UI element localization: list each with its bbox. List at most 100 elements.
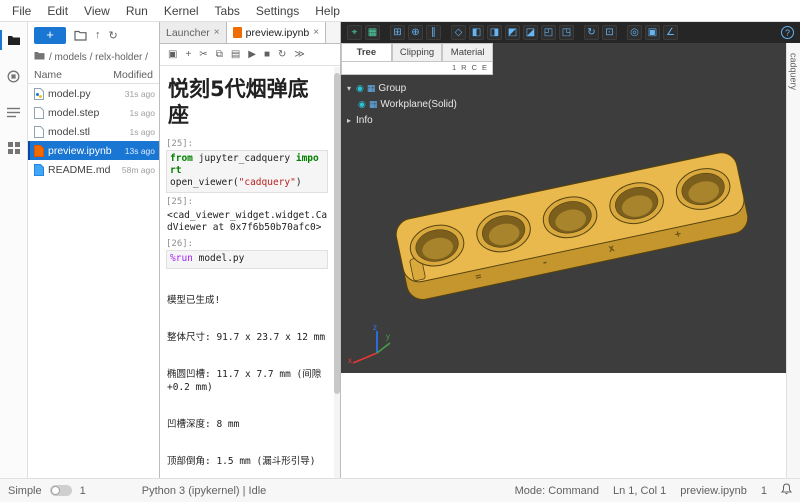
mesh-toggle-icon[interactable]: ▦ xyxy=(369,99,378,110)
simple-mode-toggle[interactable] xyxy=(50,485,72,496)
run-all-icon[interactable]: ≫ xyxy=(294,49,304,60)
stop-kernel-icon[interactable]: ■ xyxy=(264,49,270,60)
axes-toggle-icon[interactable]: ⊞ xyxy=(390,25,405,40)
code-text: model.py xyxy=(193,253,244,264)
code-editor[interactable]: from jupyter_cadquery importopen_viewer(… xyxy=(166,150,328,193)
expand-root-button[interactable]: R xyxy=(461,63,466,72)
file-row[interactable]: model.step 1s ago xyxy=(28,103,159,122)
add-cell-icon[interactable]: + xyxy=(185,49,191,60)
file-browser-icon[interactable] xyxy=(0,30,28,50)
left-view-icon[interactable]: ◰ xyxy=(541,25,556,40)
status-right: Mode: Command Ln 1, Col 1 preview.ipynb … xyxy=(515,483,792,498)
table-of-contents-icon[interactable] xyxy=(0,102,28,122)
expand-level-1-button[interactable]: 1 xyxy=(452,63,456,72)
output-line: 整体尺寸: 91.7 x 23.7 x 12 mm xyxy=(167,332,328,344)
close-icon[interactable]: × xyxy=(214,27,220,38)
upload-icon[interactable]: ↑ xyxy=(95,29,101,41)
save-icon[interactable]: ▣ xyxy=(168,49,177,60)
caret-down-icon[interactable]: ▾ xyxy=(345,84,353,93)
running-sessions-icon[interactable] xyxy=(0,66,28,86)
mesh-toggle-icon[interactable]: ▦ xyxy=(367,83,376,94)
breadcrumb[interactable]: / models / relx-holder / xyxy=(28,48,159,66)
menu-settings[interactable]: Settings xyxy=(248,4,307,18)
file-name: model.step xyxy=(48,107,99,119)
output-line: 顶部倒角: 1.5 mm (漏斗形引导) xyxy=(167,456,328,468)
tree-node-workplane[interactable]: ◉ ▦ Workplane(Solid) xyxy=(345,96,491,112)
refresh-icon[interactable]: ↻ xyxy=(109,29,118,42)
tab-clipping[interactable]: Clipping xyxy=(392,43,443,62)
help-icon[interactable]: ? xyxy=(781,26,794,39)
menu-file[interactable]: File xyxy=(4,4,39,18)
code-text: open_viewer( xyxy=(170,177,239,188)
extension-manager-icon[interactable] xyxy=(0,138,28,158)
select-tool-icon[interactable]: ⌖ xyxy=(347,25,362,40)
front-view-icon[interactable]: ◧ xyxy=(469,25,484,40)
black-edges-icon[interactable]: ▣ xyxy=(645,25,660,40)
caret-right-icon[interactable]: ▸ xyxy=(345,116,353,125)
file-modified: 58m ago xyxy=(122,165,155,175)
transparency-icon[interactable]: ◎ xyxy=(627,25,642,40)
back-view-icon[interactable]: ◨ xyxy=(487,25,502,40)
cad-body: = - x + Tree Clipping Ma xyxy=(341,43,800,478)
kernel-status[interactable]: Python 3 (ipykernel) | Idle xyxy=(142,485,267,497)
python-file-icon xyxy=(34,88,44,100)
menu-tabs[interactable]: Tabs xyxy=(207,4,248,18)
menu-edit[interactable]: Edit xyxy=(39,4,76,18)
close-icon[interactable]: × xyxy=(313,27,319,38)
tab-launcher[interactable]: Launcher × xyxy=(160,22,227,43)
ortho-toggle-icon[interactable]: ∥ xyxy=(426,25,441,40)
menu-view[interactable]: View xyxy=(76,4,118,18)
menu-run[interactable]: Run xyxy=(118,4,156,18)
keyword: from xyxy=(170,153,193,164)
expand-all-button[interactable]: E xyxy=(482,63,487,72)
collapse-button[interactable]: C xyxy=(472,63,477,72)
cad-3d-viewport[interactable]: = - x + Tree Clipping Ma xyxy=(341,43,786,373)
file-modified: 13s ago xyxy=(125,146,155,156)
notebook-scrollbar[interactable] xyxy=(334,67,340,478)
file-row[interactable]: model.py 31s ago xyxy=(28,84,159,103)
file-row[interactable]: model.stl 1s ago xyxy=(28,122,159,141)
scrollbar-thumb[interactable] xyxy=(334,73,340,394)
cad-viewer-panel: ⌖ ▦ ⊞ ⊕ ∥ ◇ ◧ ◨ ◩ ◪ ◰ ◳ ↻ ⊡ ◎ ▣ ∠ xyxy=(341,22,800,478)
output-count: [25]: xyxy=(166,197,328,207)
axes0-toggle-icon[interactable]: ⊕ xyxy=(408,25,423,40)
bottom-view-icon[interactable]: ◪ xyxy=(523,25,538,40)
restart-kernel-icon[interactable]: ↻ xyxy=(278,49,286,60)
right-view-icon[interactable]: ◳ xyxy=(559,25,574,40)
reset-view-icon[interactable]: ↻ xyxy=(584,25,599,40)
menu-kernel[interactable]: Kernel xyxy=(156,4,207,18)
tab-tree[interactable]: Tree xyxy=(341,43,392,62)
file-row-selected[interactable]: preview.ipynb 13s ago xyxy=(28,141,159,160)
measure-icon[interactable]: ∠ xyxy=(663,25,678,40)
new-launcher-button[interactable]: + xyxy=(34,27,66,44)
bell-icon[interactable] xyxy=(781,483,792,498)
toggle-knob xyxy=(51,486,60,495)
menu-help[interactable]: Help xyxy=(307,4,348,18)
top-view-icon[interactable]: ◩ xyxy=(505,25,520,40)
tree-node-group[interactable]: ▾ ◉ ▦ Group xyxy=(345,80,491,96)
cadquery-side-tab[interactable]: cadquery xyxy=(789,53,799,478)
file-row[interactable]: README.md 58m ago xyxy=(28,160,159,179)
visibility-eye-icon[interactable]: ◉ xyxy=(358,99,366,110)
visibility-eye-icon[interactable]: ◉ xyxy=(356,83,364,94)
grid-toggle-icon[interactable]: ▦ xyxy=(365,25,380,40)
copy-cell-icon[interactable]: ⧉ xyxy=(216,49,223,60)
file-icon xyxy=(34,126,44,138)
paste-cell-icon[interactable]: ▤ xyxy=(231,49,240,60)
file-list-header[interactable]: Name Modified xyxy=(28,66,159,84)
fit-view-icon[interactable]: ⊡ xyxy=(602,25,617,40)
file-name: README.md xyxy=(48,164,110,176)
terminals-count[interactable]: 1 xyxy=(80,485,86,497)
code-cell: [26]: %run model.py xyxy=(166,239,328,268)
info-section-header[interactable]: ▸ Info xyxy=(345,112,491,128)
command-mode-indicator[interactable]: Mode: Command xyxy=(515,485,599,497)
code-editor[interactable]: %run model.py xyxy=(166,250,328,268)
cut-cell-icon[interactable]: ✂ xyxy=(199,49,207,60)
run-cell-icon[interactable]: ▶ xyxy=(248,49,256,60)
markdown-title-cell[interactable]: 悦刻5代烟弹底座 xyxy=(168,76,328,129)
new-folder-icon[interactable] xyxy=(74,30,87,41)
tab-material[interactable]: Material xyxy=(442,43,493,62)
cursor-position[interactable]: Ln 1, Col 1 xyxy=(613,485,666,497)
iso-view-icon[interactable]: ◇ xyxy=(451,25,466,40)
tab-preview-notebook[interactable]: preview.ipynb × xyxy=(227,22,326,43)
